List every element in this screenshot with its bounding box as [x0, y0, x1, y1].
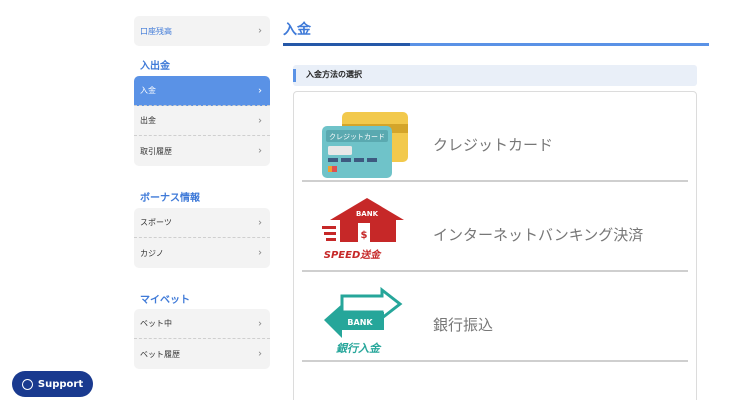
chat-bubble-icon: [21, 378, 33, 390]
sidebar-item-withdraw[interactable]: 出金 ›: [134, 106, 270, 136]
sidebar-item-label: ベット中: [140, 319, 172, 328]
sidebar-item-label: カジノ: [140, 248, 164, 258]
sidebar-item-label: 出金: [140, 116, 156, 125]
sidebar-item-label: スポーツ: [140, 218, 172, 227]
payment-method-credit-card[interactable]: クレジットカード クレジットカード: [302, 92, 688, 182]
sidebar-heading-deposit-withdraw: 入出金: [140, 61, 170, 72]
chevron-right-icon: ›: [258, 145, 262, 157]
section-header: 入金方法の選択: [293, 65, 697, 86]
support-label: Support: [37, 378, 84, 390]
sidebar-heading-bonus: ボーナス情報: [140, 193, 200, 204]
mybet-box: ベット中 › ベット履歴 ›: [134, 309, 270, 369]
payment-method-label: 銀行振込: [433, 316, 494, 334]
credit-card-icon: クレジットカード: [322, 112, 408, 178]
title-underline: [283, 43, 709, 46]
payment-method-internet-banking[interactable]: $ BANK SPEED送金 インターネットバンキング決済: [302, 182, 688, 272]
speed-icon-text: SPEED送金: [324, 249, 382, 261]
sidebar-item-casino[interactable]: カジノ ›: [134, 238, 270, 268]
payment-method-bank-transfer[interactable]: BANK 銀行入金 銀行振込: [302, 272, 688, 362]
sidebar-item-transaction-history[interactable]: 取引履歴 ›: [134, 136, 270, 166]
chevron-right-icon: ›: [258, 318, 262, 329]
card-icon-text: クレジットカード: [329, 133, 385, 141]
chevron-right-icon: ›: [258, 247, 262, 259]
sidebar-item-balance[interactable]: 口座残高 ›: [134, 16, 270, 46]
chevron-right-icon: ›: [258, 85, 262, 96]
svg-text:$: $: [361, 230, 368, 241]
balance-box: 口座残高 ›: [134, 16, 270, 46]
payment-method-label: インターネットバンキング決済: [433, 226, 644, 244]
page-title: 入金: [283, 22, 311, 38]
bank-icon-text: BANK: [356, 210, 379, 218]
chevron-right-icon: ›: [258, 348, 262, 360]
support-button[interactable]: Support: [12, 371, 93, 397]
sidebar-item-label: 取引履歴: [140, 146, 172, 156]
sidebar-item-sports[interactable]: スポーツ ›: [134, 208, 270, 238]
speed-bank-icon: $ BANK SPEED送金: [322, 198, 404, 261]
chevron-right-icon: ›: [258, 217, 262, 228]
bonus-box: スポーツ › カジノ ›: [134, 208, 270, 268]
deposit-withdraw-box: 入金 › 出金 › 取引履歴 ›: [134, 76, 270, 166]
bank-icon-text: BANK: [347, 318, 373, 327]
sidebar-item-label: 口座残高: [140, 26, 172, 36]
chevron-right-icon: ›: [258, 115, 262, 126]
sidebar-item-deposit[interactable]: 入金 ›: [134, 76, 270, 106]
payment-method-list: クレジットカード クレジットカード $ BANK SPEED送金 インターネット…: [293, 91, 697, 400]
bank-transfer-icon: BANK 銀行入金: [324, 286, 403, 355]
sidebar-item-label: ベット履歴: [140, 349, 180, 359]
section-title: 入金方法の選択: [306, 70, 362, 79]
sidebar-item-open-bets[interactable]: ベット中 ›: [134, 309, 270, 339]
bank-transfer-icon-text: 銀行入金: [336, 342, 382, 355]
sidebar-heading-mybet: マイベット: [140, 295, 190, 306]
payment-method-label: クレジットカード: [433, 136, 554, 154]
sidebar-item-bet-history[interactable]: ベット履歴 ›: [134, 339, 270, 369]
sidebar-item-label: 入金: [140, 86, 156, 95]
chevron-right-icon: ›: [258, 25, 262, 37]
